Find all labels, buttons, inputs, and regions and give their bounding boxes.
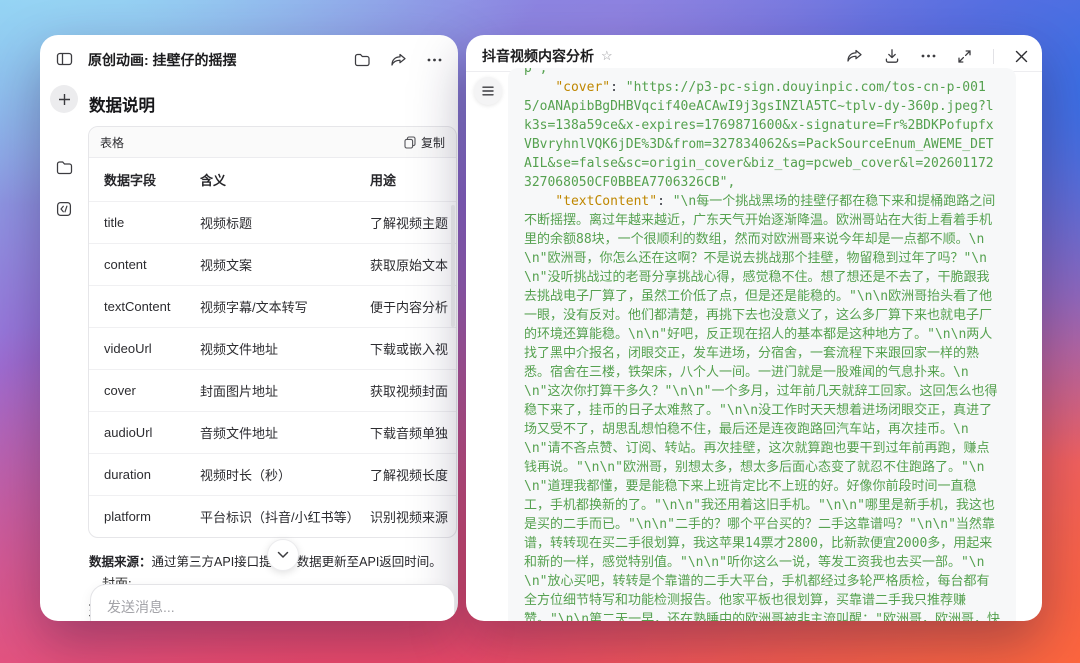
header-divider [993,49,994,64]
cell-field: textContent [89,286,200,328]
table-row: audioUrl 音频文件地址 下载音频单独 [89,412,456,454]
cell-meaning: 封面图片地址 [200,370,370,412]
table-toolbar-label: 表格 [100,134,124,151]
table-row: platform 平台标识（抖音/小红书等） 识别视频来源 [89,496,456,538]
json-key-textcontent: "textContent" [524,194,657,209]
close-icon[interactable] [1015,50,1028,63]
cell-meaning: 视频标题 [200,202,370,244]
folder-icon[interactable] [50,153,78,181]
star-icon[interactable]: ☆ [601,48,613,64]
json-separator: : [610,80,626,95]
cell-meaning: 视频文案 [200,244,370,286]
data-dictionary-table: 数据字段 含义 用途 title 视频标题 了解视频主题 content 视频文… [89,158,456,537]
copy-label: 复制 [421,134,445,151]
share-icon[interactable] [390,53,407,67]
table-row: videoUrl 视频文件地址 下载或嵌入视 [89,328,456,370]
code-file-icon[interactable] [50,195,78,223]
json-value-cover-url: "https://p3-pc-sign.douyinpic.com/tos-cn… [524,80,994,190]
message-input[interactable] [105,598,444,616]
mini-sidebar [40,35,88,621]
more-icon[interactable] [921,54,936,58]
json-clipped-fragment: p", [524,68,547,76]
cell-field: content [89,244,200,286]
cell-meaning: 视频文件地址 [200,328,370,370]
json-key-cover: "cover" [524,80,610,95]
table-row: textContent 视频字幕/文本转写 便于内容分析 [89,286,456,328]
download-icon[interactable] [884,48,900,64]
analysis-title: 抖音视频内容分析 [482,46,594,66]
cell-usage: 便于内容分析 [370,286,456,328]
cell-meaning: 平台标识（抖音/小红书等） [200,496,370,538]
json-value-textcontent: "\n每一个挑战黑场的挂壁仔都在稳下来和提桶跑路之间不断摇摆。离过年越来越近，广… [524,194,1000,621]
analysis-header-icons [846,48,1028,64]
scrollbar-thumb[interactable] [451,205,455,327]
cell-field: title [89,202,200,244]
cell-meaning: 视频时长（秒） [200,454,370,496]
cell-usage: 了解视频主题 [370,202,456,244]
new-chat-button[interactable] [50,85,78,113]
analysis-panel: 抖音视频内容分析 ☆ p", "cover": "https://p3-p [466,35,1042,621]
document-header: 原创动画: 挂壁仔的摇摆 [88,35,458,77]
json-separator: : [657,194,673,209]
message-composer[interactable] [90,584,455,621]
cell-usage: 识别视频来源 [370,496,456,538]
cell-usage: 下载音频单独 [370,412,456,454]
cell-meaning: 视频字幕/文本转写 [200,286,370,328]
document-title: 原创动画: 挂壁仔的摇摆 [88,50,334,70]
cell-field: videoUrl [89,328,200,370]
table-header-row: 数据字段 含义 用途 [89,158,456,202]
cell-field: audioUrl [89,412,200,454]
json-code-panel[interactable]: p", "cover": "https://p3-pc-sign.douyinp… [508,68,1016,621]
menu-button[interactable] [474,77,502,105]
data-source-label: 数据来源： [89,555,152,569]
cell-usage: 获取原始文本 [370,244,456,286]
table-toolbar: 表格 复制 [89,127,456,158]
column-header: 数据字段 [89,158,200,202]
cell-field: duration [89,454,200,496]
column-header: 含义 [200,158,370,202]
chevron-down-icon [277,551,289,559]
chat-main-column: 原创动画: 挂壁仔的摇摆 数据说明 表格 复制 [88,35,458,621]
cell-meaning: 音频文件地址 [200,412,370,454]
table-row: duration 视频时长（秒） 了解视频长度 [89,454,456,496]
expand-icon[interactable] [957,49,972,64]
sidebar-toggle-icon[interactable] [50,45,78,73]
cell-field: platform [89,496,200,538]
cell-usage: 获取视频封面 [370,370,456,412]
copy-button[interactable]: 复制 [404,134,445,151]
cell-usage: 下载或嵌入视 [370,328,456,370]
table-row: content 视频文案 获取原始文本 [89,244,456,286]
more-icon[interactable] [427,58,442,62]
table-row: cover 封面图片地址 获取视频封面 [89,370,456,412]
menu-icon [482,86,494,96]
collection-folder-icon[interactable] [354,53,370,67]
json-content: p", "cover": "https://p3-pc-sign.douyinp… [524,68,1000,621]
column-header: 用途 [370,158,456,202]
scroll-to-bottom-button[interactable] [267,539,299,571]
analysis-header: 抖音视频内容分析 ☆ [466,35,1042,72]
section-title: 数据说明 [89,92,458,116]
chat-window: 原创动画: 挂壁仔的摇摆 数据说明 表格 复制 [40,35,458,621]
data-table-card: 表格 复制 数据字段 含义 用途 title 视频标题 [88,126,457,538]
copy-icon [404,136,416,149]
table-row: title 视频标题 了解视频主题 [89,202,456,244]
cell-field: cover [89,370,200,412]
cell-usage: 了解视频长度 [370,454,456,496]
share-icon[interactable] [846,49,863,63]
